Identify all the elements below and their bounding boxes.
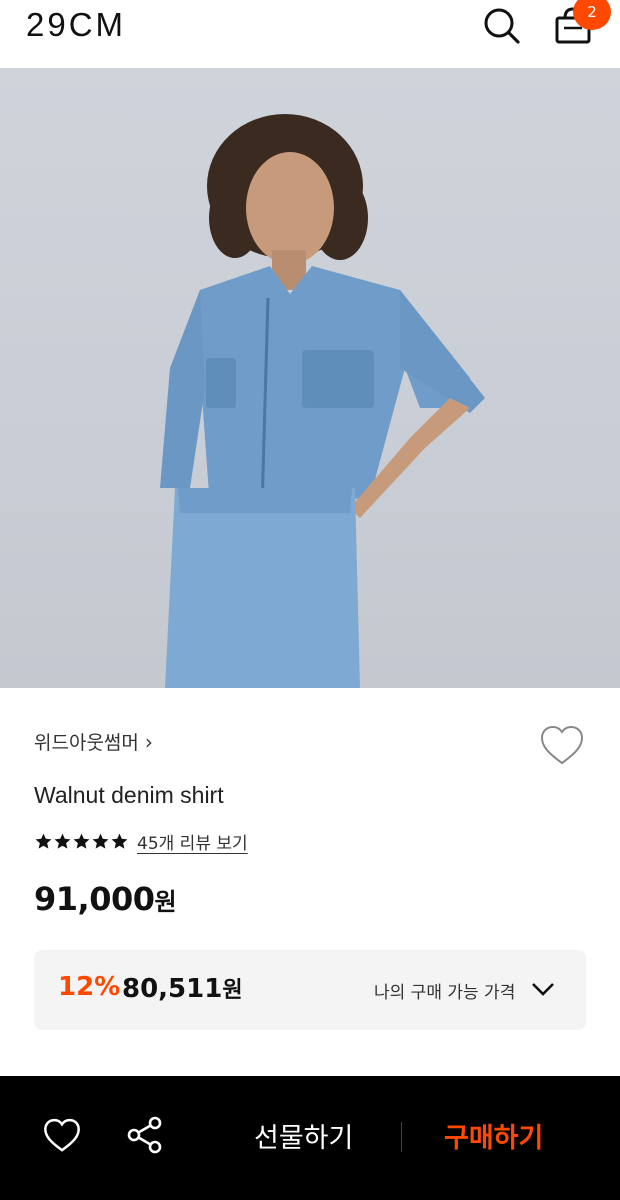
star-icon: [35, 833, 52, 849]
buy-button[interactable]: 구매하기: [444, 1116, 543, 1155]
heart-icon: [44, 1118, 80, 1152]
price-number: 91,000: [34, 880, 155, 918]
brand-link[interactable]: 위드아웃썸머 ›: [34, 728, 153, 755]
search-button[interactable]: [480, 4, 522, 46]
chevron-right-icon: ›: [144, 729, 153, 754]
discount-rate: 12%: [58, 972, 121, 1002]
brand-name: 위드아웃썸머: [34, 732, 139, 754]
star-icon: [92, 833, 109, 849]
share-button[interactable]: [124, 1114, 166, 1156]
review-link[interactable]: 45개 리뷰 보기: [137, 829, 248, 854]
gift-button[interactable]: 선물하기: [254, 1116, 353, 1155]
discount-price-box[interactable]: 12% 80,511원 나의 구매 가능 가격: [34, 950, 586, 1030]
rating-row: 45개 리뷰 보기: [34, 829, 248, 854]
discount-price-unit: 원: [222, 978, 243, 1003]
star-icon: [54, 833, 71, 849]
search-icon: [484, 8, 520, 44]
chevron-down-icon[interactable]: [530, 976, 556, 1002]
wishlist-button[interactable]: [538, 722, 586, 770]
divider: [401, 1122, 402, 1152]
star-rating: [34, 832, 129, 851]
star-icon: [111, 833, 128, 849]
bottom-wishlist-button[interactable]: [42, 1116, 82, 1156]
bottom-action-bar: 선물하기 구매하기: [0, 1076, 620, 1200]
discount-price: 80,511원: [122, 972, 243, 1004]
price-unit: 원: [154, 888, 177, 916]
cart-count-badge: 2: [573, 0, 611, 30]
logo[interactable]: 29CM: [26, 6, 126, 44]
available-price-label: 나의 구매 가능 가격: [374, 983, 516, 1003]
star-icon: [73, 833, 90, 849]
discount-price-number: 80,511: [122, 974, 223, 1004]
original-price: 91,000원: [34, 880, 177, 918]
top-header: 29CM 2: [0, 0, 620, 68]
product-image[interactable]: [0, 68, 620, 688]
product-name: Walnut denim shirt: [34, 782, 224, 808]
product-photo-illustration: [160, 114, 485, 688]
heart-outline-icon: [540, 725, 584, 765]
share-icon: [127, 1116, 162, 1154]
